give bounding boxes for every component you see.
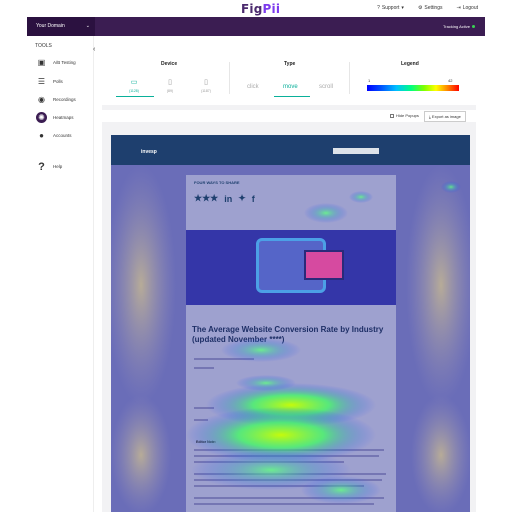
divider [349, 62, 350, 94]
preview-text-line [194, 455, 379, 457]
preview-text-line [194, 461, 344, 463]
sidebar-item-recordings[interactable]: ◉ Recordings [36, 94, 76, 105]
legend-max: 42 [448, 78, 453, 83]
top-links: ? Support ▾ ⚙ Settings ⇥ Logout [377, 5, 478, 11]
preview-text-line [194, 485, 364, 487]
gear-icon: ⚙ [417, 5, 423, 11]
type-active-indicator [274, 96, 310, 97]
recordings-icon: ◉ [38, 95, 45, 104]
accounts-icon: ● [39, 131, 44, 140]
logout-link[interactable]: ⇥ Logout [457, 5, 479, 11]
preview-section-title: FOUR WAYS TO SHARE [194, 180, 240, 185]
preview-text-line [194, 407, 214, 409]
sidebar: TOOLS ▣ A/B Testing ☰ Polls ◉ Recordings… [27, 36, 94, 512]
sidebar-item-ab-testing[interactable]: ▣ A/B Testing [36, 57, 76, 68]
facebook-icon: f [251, 193, 255, 204]
type-scroll[interactable]: scroll [319, 84, 333, 90]
support-menu[interactable]: ? Support ▾ [377, 5, 404, 11]
preview-page: invesp FOUR WAYS TO SHARE ★★★ in ✦ f The… [111, 135, 470, 512]
hero-screen-illustration [304, 250, 344, 280]
preview-site-logo: invesp [141, 149, 157, 155]
desktop-icon: ▭ [130, 79, 138, 86]
device-title: Device [161, 61, 178, 67]
device-active-indicator [116, 96, 154, 97]
hide-popups-checkbox[interactable] [390, 113, 394, 118]
type-title: Type [284, 61, 296, 67]
device-mobile[interactable]: ▯ (1187) [198, 78, 214, 93]
legend-min: 1 [368, 78, 371, 83]
sidebar-item-help[interactable]: ? Help [36, 160, 62, 173]
linkedin-icon: in [224, 193, 233, 204]
action-bar: Hide Popups ⤓ Export as image [102, 110, 476, 122]
preview-search-box [333, 148, 379, 154]
tracking-status: Tracking Active [443, 24, 475, 29]
preview-editor-note: Editor Note: [196, 440, 217, 444]
polls-icon: ☰ [37, 77, 46, 86]
sidebar-item-accounts[interactable]: ● Accounts [36, 130, 71, 141]
chevron-down-icon: ▾ [401, 5, 404, 11]
tablet-icon: ▯ [168, 79, 172, 86]
settings-link[interactable]: ⚙ Settings [418, 5, 443, 11]
top-navbar: FigPii ? Support ▾ ⚙ Settings ⇥ Logout [0, 0, 512, 17]
type-move[interactable]: move [283, 84, 298, 90]
preview-text-line [194, 497, 384, 499]
preview-text-line [194, 419, 208, 421]
preview-site-header: invesp [111, 135, 470, 165]
type-click[interactable]: click [247, 84, 259, 90]
legend-gradient [367, 85, 459, 91]
collapse-sidebar-icon[interactable]: ‹ [93, 46, 95, 53]
preview-text-line [194, 479, 382, 481]
preview-share-icons: ★★★ in ✦ f [194, 193, 255, 204]
sidebar-title: TOOLS [35, 43, 52, 49]
download-icon: ⤓ [429, 114, 431, 119]
twitter-icon: ✦ [238, 193, 246, 203]
preview-text-line [194, 503, 374, 505]
share-count: ★★★ [194, 193, 219, 203]
mobile-icon: ▯ [204, 79, 208, 86]
device-tablet[interactable]: ▯ (89) [162, 78, 178, 93]
preview-article-title: The Average Website Conversion Rate by I… [192, 325, 384, 344]
filter-panel: Device ▭ (1128) ▯ (89) ▯ (1187) Type cli… [102, 50, 476, 105]
preview-hero-image [186, 230, 396, 305]
preview-text-line [194, 358, 254, 360]
preview-text-line [194, 473, 386, 475]
logout-icon: ⇥ [456, 5, 461, 11]
legend-title: Legend [401, 61, 419, 67]
preview-text-line [194, 367, 214, 369]
figpii-logo[interactable]: FigPii [241, 2, 280, 16]
preview-article-column: FOUR WAYS TO SHARE ★★★ in ✦ f The Averag… [186, 175, 396, 512]
heatmap-preview[interactable]: invesp FOUR WAYS TO SHARE ★★★ in ✦ f The… [111, 135, 470, 512]
sidebar-item-polls[interactable]: ☰ Polls [36, 76, 63, 87]
status-dot-icon [472, 25, 475, 28]
domain-selector[interactable]: Your Domain ⌄ [27, 17, 95, 36]
preview-text-line [194, 449, 384, 451]
hide-popups-toggle[interactable]: Hide Popups [390, 113, 419, 118]
heatmaps-icon: ✺ [36, 112, 47, 123]
domain-bar: Your Domain ⌄ Tracking Active [27, 17, 485, 36]
help-icon: ? [38, 160, 45, 173]
export-image-button[interactable]: ⤓ Export as image [424, 111, 466, 122]
device-desktop[interactable]: ▭ (1128) [126, 78, 142, 93]
sidebar-item-heatmaps[interactable]: ✺ Heatmaps [36, 112, 74, 123]
chevron-down-icon: ⌄ [85, 23, 90, 29]
divider [229, 62, 230, 94]
question-circle-icon: ? [377, 5, 380, 11]
ab-testing-icon: ▣ [37, 58, 46, 67]
